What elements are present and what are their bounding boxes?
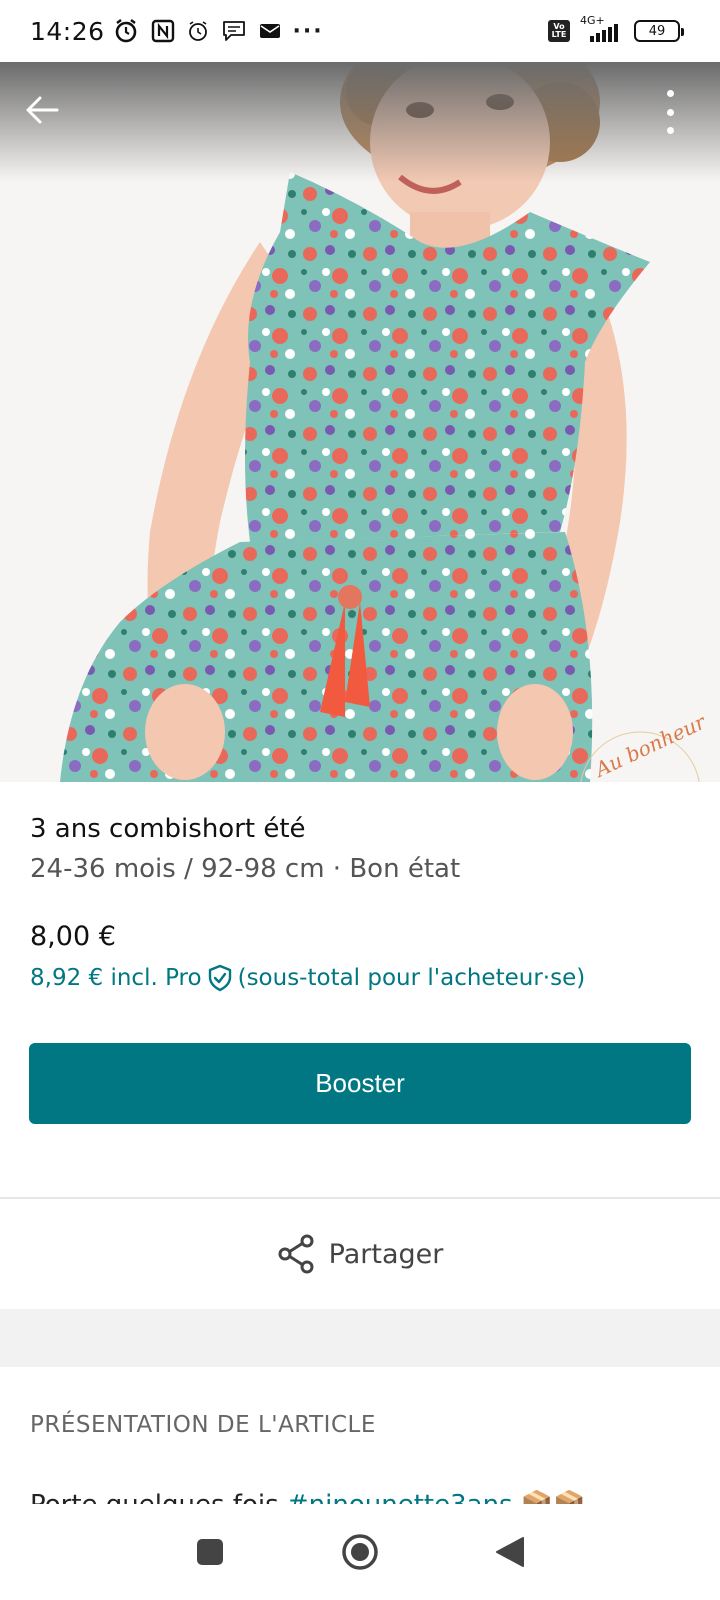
nfc-icon xyxy=(151,19,175,43)
message-icon xyxy=(221,19,247,43)
price-with-protection[interactable]: 8,92 € incl. Pro xyxy=(30,962,202,994)
share-button[interactable]: Partager xyxy=(0,1199,720,1309)
clock-icon xyxy=(187,20,209,42)
product-image[interactable]: Au bonheur xyxy=(0,62,720,782)
share-icon xyxy=(278,1234,314,1274)
listing-price: 8,00 € xyxy=(30,921,116,952)
volte-icon: Vo LTE xyxy=(548,20,570,42)
price-note: (sous-total pour l'acheteur·se) xyxy=(237,965,586,991)
signal-icon: 4G+ xyxy=(578,14,626,44)
listing-title: 3 ans combishort été xyxy=(30,814,306,844)
listing-size-condition: 24-36 mois / 92-98 cm · Bon état xyxy=(30,854,461,884)
square-icon xyxy=(197,1539,223,1565)
more-options-button[interactable] xyxy=(660,90,680,134)
more-notifications-icon: ··· xyxy=(292,18,324,44)
status-right-cluster: Vo LTE 4G+ 49 xyxy=(548,14,684,44)
image-top-gradient xyxy=(0,62,720,182)
more-vertical-icon xyxy=(666,90,674,97)
battery-icon: 49 xyxy=(634,20,684,42)
mail-icon xyxy=(259,22,281,40)
recent-apps-button[interactable] xyxy=(190,1532,230,1572)
system-navigation-bar xyxy=(0,1504,720,1600)
booster-button[interactable]: Booster xyxy=(29,1043,691,1124)
status-time: 14:26 xyxy=(30,16,105,46)
shield-check-icon xyxy=(206,964,234,992)
description-section-title: PRÉSENTATION DE L'ARTICLE xyxy=(30,1412,376,1438)
home-button[interactable] xyxy=(340,1532,380,1572)
section-separator xyxy=(0,1309,720,1367)
alarm-icon xyxy=(113,18,139,44)
triangle-back-icon xyxy=(496,1537,524,1567)
circle-icon xyxy=(342,1534,378,1570)
buyer-protection-price[interactable]: 8,92 € incl. Pro (sous-total pour l'ache… xyxy=(30,962,690,994)
back-button[interactable] xyxy=(22,90,62,130)
share-label: Partager xyxy=(328,1238,444,1270)
listing-info: 3 ans combishort été 24-36 mois / 92-98 … xyxy=(30,812,690,994)
arrow-left-icon xyxy=(26,96,59,124)
status-bar: 14:26 ··· Vo LTE 4G+ 49 xyxy=(0,0,720,62)
system-back-button[interactable] xyxy=(490,1532,530,1572)
battery-level: 49 xyxy=(648,23,666,39)
